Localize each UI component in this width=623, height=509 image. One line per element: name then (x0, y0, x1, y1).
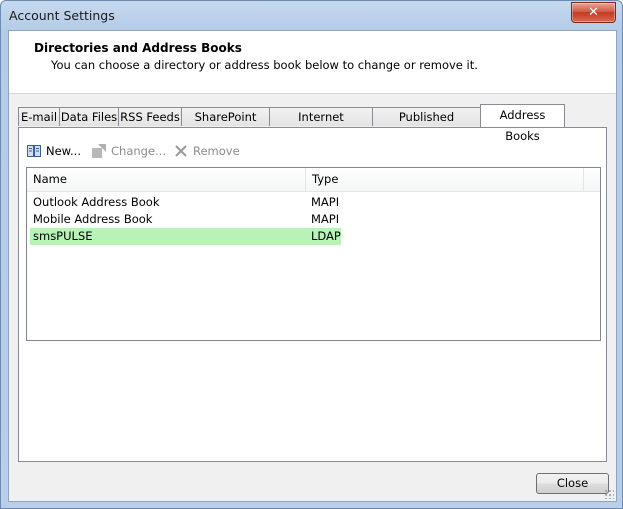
row-name: Outlook Address Book (33, 195, 160, 209)
change-icon (92, 144, 106, 158)
tab-published-calendars[interactable]: Published Calendars (372, 107, 481, 143)
address-book-icon (27, 145, 41, 157)
section-subtitle: You can choose a directory or address bo… (51, 58, 478, 72)
dialog-body: Directories and Address Books You can ch… (8, 30, 617, 502)
row-name: Mobile Address Book (33, 212, 153, 226)
tab-address-books[interactable]: Address Books (480, 104, 565, 143)
list-item[interactable]: Outlook Address Book MAPI (30, 194, 341, 211)
list-item[interactable]: Mobile Address Book MAPI (30, 211, 341, 228)
new-button[interactable]: New... (26, 142, 81, 160)
header-panel: Directories and Address Books You can ch… (9, 31, 616, 94)
resize-grip[interactable] (604, 489, 614, 499)
tab-email[interactable]: E-mail (18, 107, 60, 126)
title-bar[interactable]: Account Settings ✕ (1, 1, 622, 31)
window-title: Account Settings (9, 8, 115, 23)
column-header-type[interactable]: Type (306, 168, 584, 191)
tab-data-files[interactable]: Data Files (59, 107, 119, 126)
list-header: Name Type (27, 168, 600, 192)
change-button-label: Change... (111, 144, 166, 158)
row-type: MAPI (311, 212, 340, 226)
address-books-panel: New... Change... Remove Name Type Outloo… (18, 127, 607, 462)
tab-rss-feeds[interactable]: RSS Feeds (118, 107, 182, 126)
new-button-label: New... (46, 144, 81, 158)
change-button[interactable]: Change... (91, 142, 166, 160)
close-button[interactable]: Close (536, 473, 609, 494)
close-icon: ✕ (588, 5, 599, 20)
address-book-list: Name Type Outlook Address Book MAPI Mobi… (26, 167, 601, 341)
tab-internet-calendars[interactable]: Internet Calendars (269, 107, 373, 143)
remove-x-icon (175, 145, 187, 157)
account-settings-window: Account Settings ✕ Directories and Addre… (0, 0, 623, 509)
section-title: Directories and Address Books (34, 41, 242, 55)
tab-sharepoint-lists[interactable]: SharePoint Lists (181, 107, 270, 143)
row-type: LDAP (311, 229, 341, 243)
column-header-name[interactable]: Name (27, 168, 306, 191)
row-type: MAPI (311, 195, 340, 209)
remove-button-label: Remove (193, 144, 240, 158)
remove-button[interactable]: Remove (173, 142, 240, 160)
window-close-button[interactable]: ✕ (571, 2, 616, 23)
row-name: smsPULSE (33, 229, 93, 243)
list-item-selected[interactable]: smsPULSE LDAP (30, 228, 341, 245)
